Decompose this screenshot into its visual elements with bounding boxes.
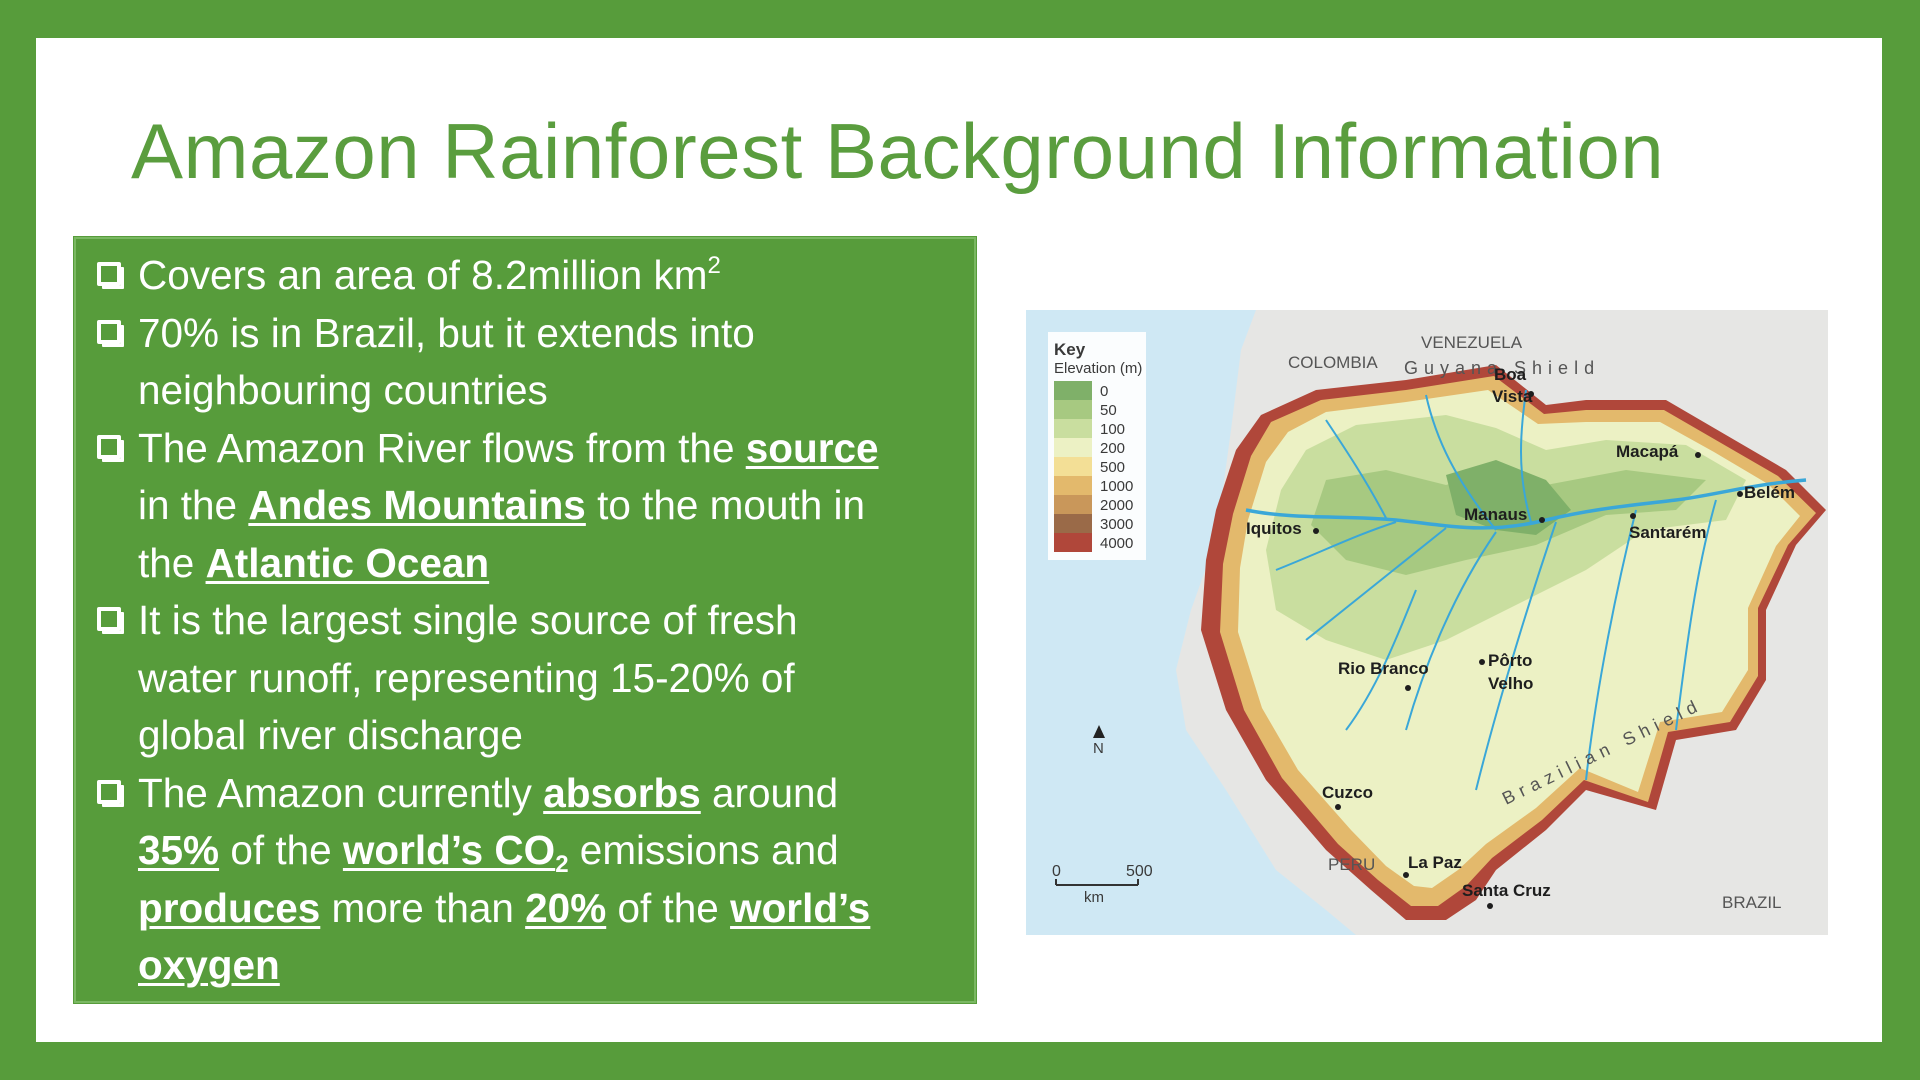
key-swatch-1000 [1054, 476, 1092, 495]
keyword-andes: Andes Mountains [248, 482, 586, 528]
bullet-co2: The Amazon currently absorbs around 35% … [94, 765, 974, 995]
north-label: N [1093, 740, 1104, 757]
key-level-2000: 2000 [1100, 497, 1133, 514]
key-subtitle: Elevation (m) [1054, 360, 1142, 377]
slide-title: Amazon Rainforest Background Information [131, 107, 1665, 195]
keyword-produces: produces [138, 884, 321, 931]
scale-zero: 0 [1052, 863, 1061, 880]
key-level-3000: 3000 [1100, 516, 1133, 533]
bullet-text: around [700, 769, 839, 816]
city-manaus: Manaus [1464, 505, 1527, 524]
keyword-worlds-co2: world’s CO2 [342, 827, 569, 878]
bullet-text: of the [606, 884, 731, 931]
city-macapa: Macapá [1616, 442, 1679, 461]
key-swatch-500 [1054, 457, 1092, 476]
key-level-200: 200 [1100, 440, 1125, 457]
key-level-50: 50 [1100, 402, 1117, 419]
city-dot [1479, 659, 1485, 665]
checkbox-bullet-icon [97, 607, 121, 631]
key-title: Key [1054, 340, 1086, 359]
city-dot [1528, 391, 1534, 397]
bullet-text: The Amazon currently [138, 769, 544, 816]
keyword-worlds: world’s [730, 884, 871, 931]
bullet-text-line: It is the largest single source of fresh [138, 597, 798, 643]
city-santarem: Santarém [1629, 523, 1706, 542]
bullet-text-line: neighbouring countries [138, 367, 548, 413]
keyword-oxygen: oxygen [138, 942, 280, 988]
bullet-text-line: global river discharge [138, 712, 523, 758]
city-porto-velho: Velho [1488, 674, 1533, 693]
key-level-100: 100 [1100, 421, 1125, 438]
checkbox-bullet-icon [97, 262, 121, 286]
key-level-1000: 1000 [1100, 478, 1133, 495]
city-dot [1335, 804, 1341, 810]
key-swatch-50 [1054, 400, 1092, 419]
city-dot [1313, 528, 1319, 534]
checkbox-bullet-icon [97, 779, 121, 804]
city-rio-branco: Rio Branco [1338, 659, 1429, 678]
slide: Amazon Rainforest Background Information… [36, 38, 1882, 1042]
city-dot [1539, 517, 1545, 523]
label-colombia: COLOMBIA [1288, 353, 1378, 372]
bullet-runoff: It is the largest single source of fresh… [94, 592, 974, 765]
scale-unit: km [1084, 889, 1104, 906]
key-swatch-3000 [1054, 514, 1092, 533]
bullet-text: of the [219, 827, 343, 873]
keyword-source: source [745, 424, 879, 471]
bullet-text: in the [138, 482, 249, 528]
scale-max: 500 [1126, 863, 1153, 880]
keyword-atlantic: Atlantic Ocean [205, 539, 490, 586]
superscript-2: 2 [707, 252, 721, 279]
city-belem: Belém [1744, 483, 1795, 502]
keyword-absorbs: absorbs [543, 769, 701, 816]
key-swatch-200 [1054, 438, 1092, 457]
label-venezuela: VENEZUELA [1421, 333, 1523, 352]
label-brazil: BRAZIL [1722, 893, 1782, 912]
amazon-elevation-map: Key Elevation (m) 0 50 100 200 500 1000 2000 30… [1026, 310, 1828, 935]
city-dot [1403, 872, 1409, 878]
city-dot [1737, 491, 1743, 497]
key-swatch-4000 [1054, 533, 1092, 552]
bullet-text: more than [320, 884, 526, 931]
city-cuzco: Cuzco [1322, 783, 1373, 802]
keyword-35-percent: 35% [138, 827, 220, 873]
city-la-paz: La Paz [1408, 853, 1462, 872]
city-dot [1487, 903, 1493, 909]
bullet-brazil: 70% is in Brazil, but it extends into ne… [94, 305, 974, 420]
key-level-0: 0 [1100, 383, 1108, 400]
keyword-20-percent: 20% [525, 884, 607, 931]
city-porto-velho: Pôrto [1488, 651, 1532, 670]
city-boa-vista: Vista [1492, 387, 1533, 406]
info-box: Covers an area of 8.2million km2 70% is … [73, 236, 977, 1004]
map-svg: Key Elevation (m) 0 50 100 200 500 1000 2000 30… [1026, 310, 1828, 935]
bullet-text-line: water runoff, representing 15-20% of [138, 654, 795, 701]
city-dot [1695, 452, 1701, 458]
bullet-text: to the mouth in [585, 482, 866, 528]
bullet-river: The Amazon River flows from the source i… [94, 420, 974, 593]
bullet-text: The Amazon River flows from the [138, 424, 746, 471]
label-peru: PERU [1328, 855, 1375, 874]
bullet-area-text: Covers an area of 8.2million km [138, 252, 708, 298]
city-boa-vista: Boa [1494, 365, 1527, 384]
bullet-text-line: 70% is in Brazil, but it extends into [138, 309, 755, 356]
checkbox-bullet-icon [97, 434, 121, 459]
checkbox-bullet-icon [97, 319, 121, 344]
city-iquitos: Iquitos [1246, 519, 1302, 538]
key-level-500: 500 [1100, 459, 1125, 476]
key-swatch-2000 [1054, 495, 1092, 514]
key-level-4000: 4000 [1100, 535, 1133, 552]
city-dot [1405, 685, 1411, 691]
key-swatch-100 [1054, 419, 1092, 438]
bullet-text: the [138, 539, 206, 586]
bullet-text: emissions and [568, 827, 839, 873]
city-santa-cruz: Santa Cruz [1462, 881, 1551, 900]
key-swatch-0 [1054, 381, 1092, 400]
city-dot [1630, 513, 1636, 519]
elevation-key: Key Elevation (m) 0 50 100 200 500 1000 2000 30… [1048, 332, 1146, 560]
bullet-area: Covers an area of 8.2million km2 [94, 247, 974, 305]
